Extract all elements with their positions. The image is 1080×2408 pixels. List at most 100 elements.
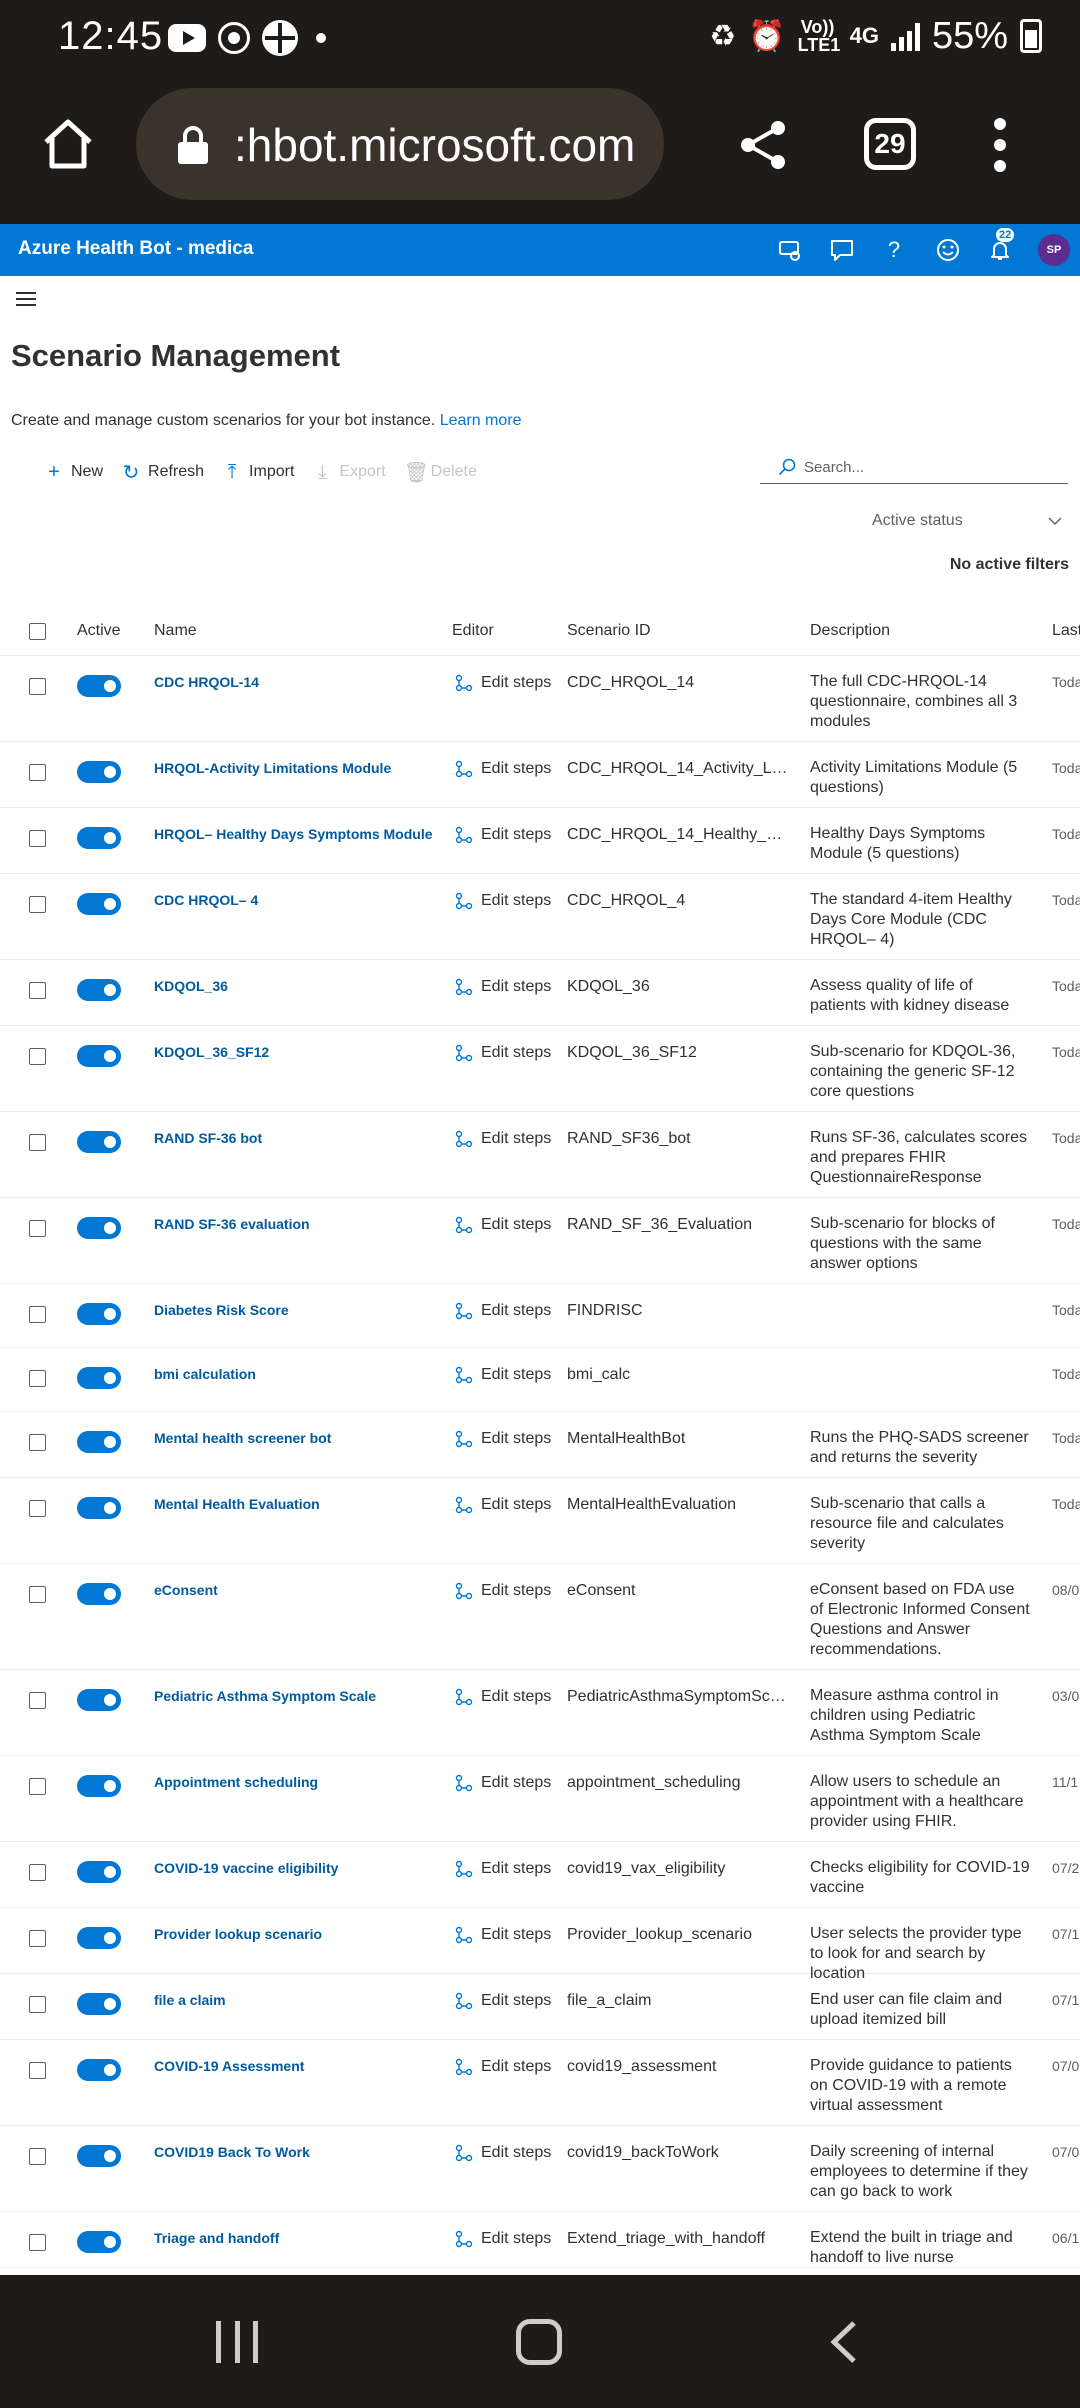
table-row[interactable]: Provider lookup scenario Edit steps Provid… xyxy=(0,1908,1080,1982)
column-header-active[interactable]: Active xyxy=(77,622,121,640)
export-button[interactable]: ⤓ Export xyxy=(312,461,386,484)
scenario-name-link[interactable]: bmi calculation xyxy=(154,1366,434,1382)
table-row[interactable]: HRQOL-Activity Limitations Module Edit st… xyxy=(0,742,1080,808)
edit-steps-button[interactable]: Edit steps xyxy=(455,1582,551,1600)
learn-more-link[interactable]: Learn more xyxy=(440,412,522,429)
feedback-flow-icon[interactable] xyxy=(776,236,804,264)
active-toggle[interactable] xyxy=(77,1045,121,1067)
refresh-button[interactable]: ↻ Refresh xyxy=(121,460,204,485)
table-row[interactable]: Pediatric Asthma Symptom Scale Edit steps… xyxy=(0,1670,1080,1756)
scenario-name-link[interactable]: CDC HRQOL-14 xyxy=(154,674,434,690)
active-toggle[interactable] xyxy=(77,675,121,697)
edit-steps-button[interactable]: Edit steps xyxy=(455,1302,551,1320)
active-toggle[interactable] xyxy=(77,2231,121,2253)
edit-steps-button[interactable]: Edit steps xyxy=(455,892,551,910)
scenario-name-link[interactable]: RAND SF-36 bot xyxy=(154,1130,434,1146)
scenario-name-link[interactable]: Appointment scheduling xyxy=(154,1774,434,1790)
row-checkbox[interactable] xyxy=(29,1778,46,1795)
table-row[interactable]: Triage and handoff Edit steps Extend_triag… xyxy=(0,2212,1080,2268)
table-row[interactable]: COVID19 Back To Work Edit steps covid19_ba… xyxy=(0,2126,1080,2212)
scenario-name-link[interactable]: eConsent xyxy=(154,1582,434,1598)
table-row[interactable]: CDC HRQOL-14 Edit steps CDC_HRQOL_14 The fu… xyxy=(0,656,1080,742)
table-row[interactable]: CDC HRQOL– 4 Edit steps CDC_HRQOL_4 The sta… xyxy=(0,874,1080,960)
table-row[interactable]: Appointment scheduling Edit steps appointm… xyxy=(0,1756,1080,1842)
column-header-editor[interactable]: Editor xyxy=(452,622,494,640)
scenario-name-link[interactable]: KDQOL_36_SF12 xyxy=(154,1044,434,1060)
edit-steps-button[interactable]: Edit steps xyxy=(455,2230,551,2248)
column-header-scenario-id[interactable]: Scenario ID xyxy=(567,622,651,640)
scenario-name-link[interactable]: Provider lookup scenario xyxy=(154,1926,434,1942)
active-toggle[interactable] xyxy=(77,1131,121,1153)
table-row[interactable]: Mental health screener bot Edit steps Ment… xyxy=(0,1412,1080,1478)
row-checkbox[interactable] xyxy=(29,1586,46,1603)
new-button[interactable]: + New xyxy=(44,461,103,484)
edit-steps-button[interactable]: Edit steps xyxy=(455,760,551,778)
search-input[interactable] xyxy=(804,454,1054,480)
row-checkbox[interactable] xyxy=(29,2062,46,2079)
scenario-name-link[interactable]: COVID-19 Assessment xyxy=(154,2058,434,2074)
scenario-name-link[interactable]: Pediatric Asthma Symptom Scale xyxy=(154,1688,434,1704)
table-row[interactable]: file a claim Edit steps file_a_claim End us… xyxy=(0,1974,1080,2040)
app-title[interactable]: Azure Health Bot - medica xyxy=(18,238,253,260)
active-toggle[interactable] xyxy=(77,1303,121,1325)
chat-icon[interactable] xyxy=(828,236,856,264)
hamburger-menu-icon[interactable] xyxy=(16,292,36,308)
table-row[interactable]: Diabetes Risk Score Edit steps FINDRISC Tod… xyxy=(0,1284,1080,1348)
table-row[interactable]: KDQOL_36_SF12 Edit steps KDQOL_36_SF12 Sub-… xyxy=(0,1026,1080,1112)
active-toggle[interactable] xyxy=(77,761,121,783)
address-bar[interactable]: :hbot.microsoft.com xyxy=(136,88,664,200)
edit-steps-button[interactable]: Edit steps xyxy=(455,1926,551,1944)
scenario-name-link[interactable]: KDQOL_36 xyxy=(154,978,434,994)
table-row[interactable]: RAND SF-36 bot Edit steps RAND_SF36_bot Run… xyxy=(0,1112,1080,1198)
table-row[interactable]: HRQOL– Healthy Days Symptoms Module Edit … xyxy=(0,808,1080,874)
edit-steps-button[interactable]: Edit steps xyxy=(455,1496,551,1514)
home-icon[interactable] xyxy=(40,116,96,172)
row-checkbox[interactable] xyxy=(29,1930,46,1947)
active-toggle[interactable] xyxy=(77,2059,121,2081)
edit-steps-button[interactable]: Edit steps xyxy=(455,1992,551,2010)
active-toggle[interactable] xyxy=(77,1927,121,1949)
edit-steps-button[interactable]: Edit steps xyxy=(455,1044,551,1062)
delete-button[interactable]: 🗑 Delete xyxy=(404,460,477,485)
active-toggle[interactable] xyxy=(77,1583,121,1605)
column-header-name[interactable]: Name xyxy=(154,622,197,640)
active-toggle[interactable] xyxy=(77,1431,121,1453)
edit-steps-button[interactable]: Edit steps xyxy=(455,1860,551,1878)
home-button-icon[interactable] xyxy=(516,2319,562,2365)
back-icon[interactable] xyxy=(826,2319,860,2365)
active-toggle[interactable] xyxy=(77,1775,121,1797)
scenario-name-link[interactable]: Mental Health Evaluation xyxy=(154,1496,434,1512)
table-row[interactable]: COVID-19 vaccine eligibility Edit steps co… xyxy=(0,1842,1080,1908)
row-checkbox[interactable] xyxy=(29,1692,46,1709)
table-row[interactable]: bmi calculation Edit steps bmi_calc Toda (S… xyxy=(0,1348,1080,1412)
row-checkbox[interactable] xyxy=(29,764,46,781)
edit-steps-button[interactable]: Edit steps xyxy=(455,978,551,996)
help-icon[interactable]: ? xyxy=(880,236,908,264)
row-checkbox[interactable] xyxy=(29,1500,46,1517)
scenario-name-link[interactable]: Mental health screener bot xyxy=(154,1430,434,1446)
browser-menu-icon[interactable] xyxy=(994,118,1006,172)
table-row[interactable]: Mental Health Evaluation Edit steps Mental… xyxy=(0,1478,1080,1564)
edit-steps-button[interactable]: Edit steps xyxy=(455,1366,551,1384)
recent-apps-icon[interactable] xyxy=(216,2321,258,2363)
edit-steps-button[interactable]: Edit steps xyxy=(455,2058,551,2076)
scenario-name-link[interactable]: Diabetes Risk Score xyxy=(154,1302,434,1318)
scenario-name-link[interactable]: RAND SF-36 evaluation xyxy=(154,1216,434,1232)
edit-steps-button[interactable]: Edit steps xyxy=(455,826,551,844)
table-row[interactable]: eConsent Edit steps eConsent eConsent based… xyxy=(0,1564,1080,1670)
row-checkbox[interactable] xyxy=(29,2148,46,2165)
active-toggle[interactable] xyxy=(77,1217,121,1239)
active-toggle[interactable] xyxy=(77,893,121,915)
scenario-name-link[interactable]: Triage and handoff xyxy=(154,2230,434,2246)
row-checkbox[interactable] xyxy=(29,1996,46,2013)
scenario-name-link[interactable]: HRQOL– Healthy Days Symptoms Module xyxy=(154,826,434,842)
scenario-name-link[interactable]: CDC HRQOL– 4 xyxy=(154,892,434,908)
active-toggle[interactable] xyxy=(77,1861,121,1883)
table-row[interactable]: COVID-19 Assessment Edit steps covid19_ass… xyxy=(0,2040,1080,2126)
edit-steps-button[interactable]: Edit steps xyxy=(455,1130,551,1148)
select-all-checkbox[interactable] xyxy=(29,623,46,640)
scenario-name-link[interactable]: COVID-19 vaccine eligibility xyxy=(154,1860,434,1876)
share-icon[interactable] xyxy=(736,118,790,172)
row-checkbox[interactable] xyxy=(29,1864,46,1881)
active-toggle[interactable] xyxy=(77,827,121,849)
